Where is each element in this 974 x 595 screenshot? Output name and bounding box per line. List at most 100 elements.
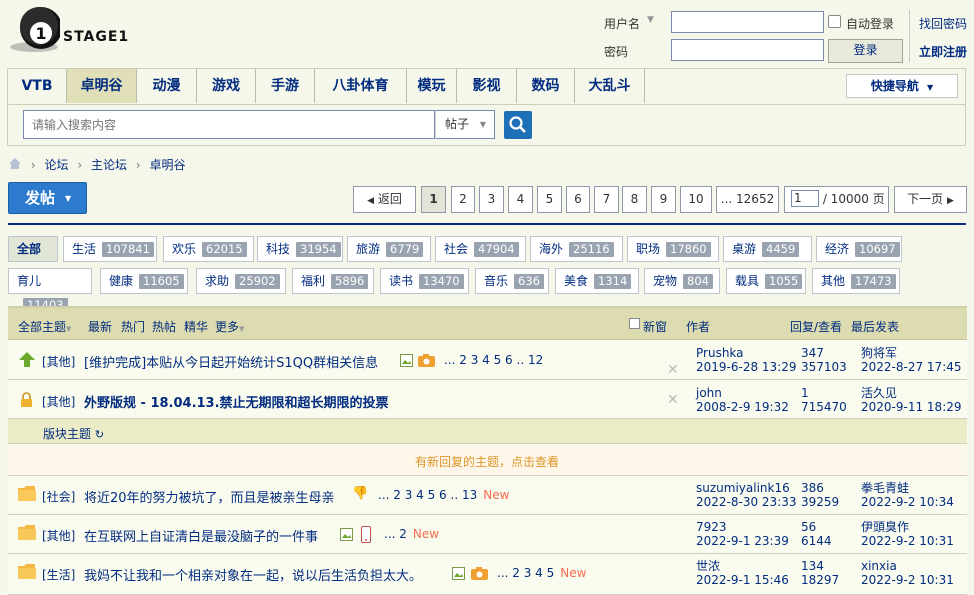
nav-item-zhuomingu[interactable]: 卓明谷: [67, 69, 137, 103]
pager-page[interactable]: 3: [479, 186, 504, 213]
thread-type[interactable]: [其他]: [42, 393, 75, 410]
type-filter-2[interactable]: 欢乐 62015: [163, 236, 254, 262]
thread-author[interactable]: suzumiyalink16: [696, 481, 790, 496]
thread-pages[interactable]: ... 2 3 4 5 6 .. 13 New: [378, 488, 509, 502]
type-filter-9[interactable]: 经济 10697: [816, 236, 902, 262]
pager-page-input[interactable]: 1: [791, 190, 819, 207]
pager-back[interactable]: ◀ 返回: [353, 186, 416, 213]
filter-more[interactable]: 更多▼: [215, 318, 244, 335]
type-filter-1[interactable]: 生活 107841: [63, 236, 157, 262]
quick-nav-button[interactable]: 快捷导航 ▼: [846, 74, 958, 98]
breadcrumb-main-forum[interactable]: 主论坛: [91, 158, 127, 172]
last-post-date[interactable]: 2022-8-27 17:45: [861, 360, 962, 375]
type-filter-1[interactable]: 健康 11605: [100, 268, 188, 294]
username-dropdown-icon[interactable]: ▼: [647, 15, 654, 25]
type-filter-9[interactable]: 其他 17473: [812, 268, 900, 294]
home-icon[interactable]: [8, 157, 22, 170]
thread-title[interactable]: 外野版规 - 18.04.13.禁止无期限和超长期限的投票: [84, 392, 389, 411]
thread-type[interactable]: [其他]: [42, 527, 75, 544]
new-replies-notice[interactable]: 有新回复的主题，点击查看: [0, 453, 974, 470]
thread-title[interactable]: 我妈不让我和一个相亲对象在一起，说以后生活负担太大。: [84, 565, 422, 584]
search-type-select[interactable]: 帖子 ▼: [435, 110, 495, 139]
thread-author[interactable]: Prushka: [696, 346, 744, 361]
pager-page[interactable]: 4: [508, 186, 533, 213]
filter-all-threads[interactable]: 全部主题▼: [18, 318, 71, 335]
last-post-date[interactable]: 2022-9-2 10:31: [861, 573, 954, 588]
last-post-user[interactable]: 活久见: [861, 386, 897, 401]
thread-type[interactable]: [社会]: [42, 488, 75, 505]
type-filter-6[interactable]: 美食 1314: [555, 268, 639, 294]
close-icon[interactable]: ✕: [667, 362, 679, 378]
filter-hot[interactable]: 热门: [121, 318, 145, 335]
type-filter-5[interactable]: 社会 47904: [435, 236, 526, 262]
nav-item-gossip-sports[interactable]: 八卦体育: [315, 69, 407, 103]
type-filter-0[interactable]: 全部: [8, 236, 58, 262]
nav-item-brawl[interactable]: 大乱斗: [575, 69, 645, 103]
pager-page[interactable]: 8: [622, 186, 647, 213]
last-post-date[interactable]: 2022-9-2 10:34: [861, 495, 954, 510]
nav-item-movies[interactable]: 影视: [457, 69, 517, 103]
thread-type[interactable]: [生活]: [42, 566, 75, 583]
type-filter-4[interactable]: 旅游 6779: [347, 236, 431, 262]
type-filter-5[interactable]: 音乐 636: [475, 268, 549, 294]
type-filter-7[interactable]: 职场 17860: [627, 236, 719, 262]
thread-title[interactable]: 在互联网上自证清白是最没脑子的一件事: [84, 526, 318, 545]
pager-page[interactable]: 2: [451, 186, 475, 213]
nav-item-models[interactable]: 模玩: [407, 69, 457, 103]
section-label[interactable]: 版块主题 ↻: [43, 425, 104, 442]
filter-heat[interactable]: 热帖: [152, 318, 176, 335]
search-input[interactable]: [23, 110, 435, 139]
site-logo[interactable]: 1: [8, 4, 62, 52]
thread-author[interactable]: 世浓: [696, 559, 720, 574]
close-icon[interactable]: ✕: [667, 392, 679, 408]
last-post-date[interactable]: 2022-9-2 10:31: [861, 534, 954, 549]
register-link[interactable]: 立即注册: [919, 43, 967, 60]
type-filter-0[interactable]: 育儿11403: [8, 268, 92, 313]
last-post-user[interactable]: 狗将军: [861, 346, 897, 361]
breadcrumb-forum[interactable]: 论坛: [44, 158, 68, 172]
auto-login-checkbox[interactable]: [828, 15, 841, 28]
thread-pages[interactable]: ... 2 3 4 5 New: [497, 566, 586, 580]
thread-author[interactable]: 7923: [696, 520, 727, 535]
nav-item-mobile-games[interactable]: 手游: [256, 69, 315, 103]
type-filter-3[interactable]: 科技 31954: [257, 236, 343, 262]
type-filter-8[interactable]: 桌游 4459: [723, 236, 812, 262]
thread-title[interactable]: 将近20年的努力被坑了，而且是被亲生母亲: [84, 487, 335, 506]
nav-item-vtb[interactable]: VTB: [8, 69, 67, 103]
type-filter-2[interactable]: 求助 25902: [196, 268, 286, 294]
last-post-user[interactable]: xinxia: [861, 559, 897, 574]
find-password-link[interactable]: 找回密码: [919, 15, 967, 32]
search-button[interactable]: [504, 111, 532, 139]
type-filter-8[interactable]: 载具 1055: [726, 268, 806, 294]
thread-type[interactable]: [其他]: [42, 353, 75, 370]
pager-page[interactable]: 6: [566, 186, 590, 213]
filter-latest[interactable]: 最新: [88, 318, 112, 335]
thread-pages[interactable]: ... 2 New: [384, 527, 439, 541]
nav-item-games[interactable]: 游戏: [197, 69, 256, 103]
thread-title[interactable]: [维护完成]本贴从今日起开始统计S1QQ群相关信息: [84, 352, 378, 371]
thread-author[interactable]: john: [696, 386, 722, 401]
pager-page[interactable]: 10: [680, 186, 712, 213]
type-filter-4[interactable]: 读书 13470: [380, 268, 469, 294]
type-filter-3[interactable]: 福利 5896: [292, 268, 374, 294]
pager-page[interactable]: 5: [537, 186, 562, 213]
pager-next[interactable]: 下一页 ▶: [894, 186, 967, 213]
new-window-checkbox[interactable]: [629, 318, 640, 329]
type-filter-7[interactable]: 宠物 804: [644, 268, 720, 294]
last-post-user[interactable]: 拳毛青蛙: [861, 481, 909, 496]
password-input[interactable]: [671, 39, 824, 61]
thread-pages[interactable]: ... 2 3 4 5 6 .. 12: [444, 353, 543, 367]
nav-item-anime[interactable]: 动漫: [137, 69, 197, 103]
type-filter-6[interactable]: 海外 25116: [530, 236, 623, 262]
breadcrumb-current[interactable]: 卓明谷: [149, 158, 185, 172]
nav-item-digital[interactable]: 数码: [517, 69, 575, 103]
login-button[interactable]: 登录: [828, 39, 903, 63]
pager-page[interactable]: 1: [421, 186, 446, 213]
filter-digest[interactable]: 精华: [184, 318, 208, 335]
pager-page[interactable]: 7: [594, 186, 619, 213]
pager-page[interactable]: 9: [651, 186, 676, 213]
new-post-button[interactable]: 发帖 ▼: [8, 182, 87, 214]
last-post-date[interactable]: 2020-9-11 18:29: [861, 400, 962, 415]
last-post-user[interactable]: 伊頭臭作: [861, 520, 909, 535]
pager-last-page[interactable]: ... 12652: [716, 186, 779, 213]
